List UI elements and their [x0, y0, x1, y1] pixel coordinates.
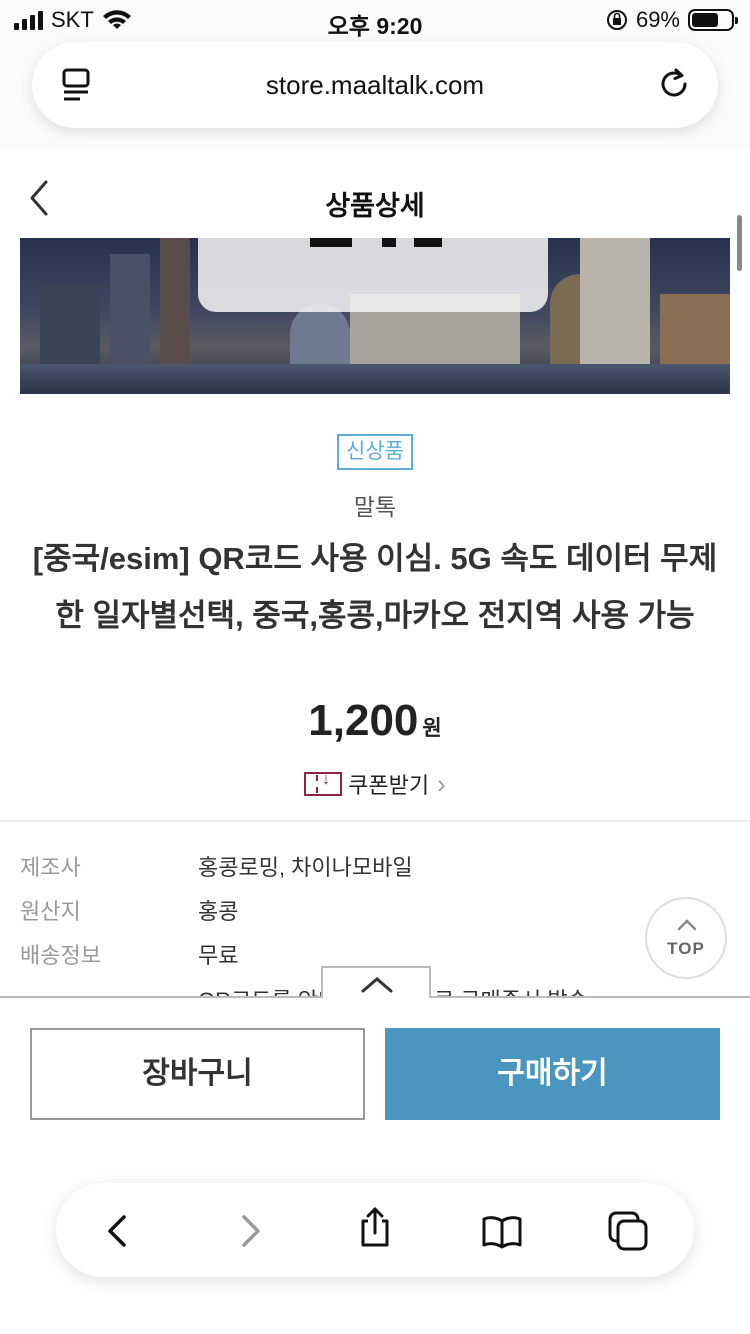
- battery-fill: [692, 13, 719, 27]
- water-reflection: [20, 364, 730, 394]
- status-bar: SKT 오후 9:20 69%: [0, 0, 750, 40]
- price-currency: 원: [422, 717, 442, 740]
- purchase-panel-toggle[interactable]: [321, 966, 431, 998]
- coupon-icon: [304, 771, 343, 796]
- battery-percent: 69%: [635, 7, 680, 32]
- bookmarks-icon[interactable]: [480, 1209, 524, 1253]
- info-key: 제조사: [20, 855, 81, 880]
- tabs-icon[interactable]: [606, 1209, 650, 1253]
- top-button-label: TOP: [667, 939, 705, 958]
- browser-back-icon[interactable]: [96, 1209, 140, 1253]
- new-product-badge: 신상품: [337, 434, 413, 470]
- info-value: 홍콩: [198, 899, 239, 924]
- image-overlay-card: [198, 238, 548, 312]
- chevron-up-icon: [361, 977, 393, 993]
- info-row-manufacturer: 제조사 홍콩로밍, 차이나모바일: [20, 846, 720, 890]
- brand-name: 말톡: [353, 494, 397, 520]
- info-key: 배송정보: [20, 943, 101, 968]
- coupon-download-link[interactable]: 쿠폰받기 ›: [0, 768, 750, 800]
- price: 1,200 원: [0, 696, 750, 746]
- chevron-right-icon: ›: [437, 768, 446, 799]
- scroll-to-top-button[interactable]: TOP: [645, 897, 727, 979]
- browser-toolbar: [56, 1183, 694, 1277]
- status-right: 69%: [606, 7, 738, 33]
- product-name: [중국/esim] QR코드 사용 이심. 5G 속도 데이터 무제한 일자별선…: [32, 541, 718, 633]
- page-header: 상품상세: [0, 150, 750, 238]
- browser-address-area: store.maaltalk.com: [0, 40, 750, 150]
- info-value: 홍콩로밍, 차이나모바일: [198, 855, 413, 880]
- browser-forward-icon[interactable]: [228, 1209, 272, 1253]
- reload-icon[interactable]: [654, 64, 694, 104]
- info-value: 무료: [198, 943, 239, 968]
- info-key: 원산지: [20, 899, 81, 924]
- url-text[interactable]: store.maaltalk.com: [32, 70, 718, 101]
- section-divider: [0, 820, 750, 822]
- chevron-up-icon: [677, 919, 697, 931]
- orientation-lock-icon: [606, 10, 627, 30]
- share-icon[interactable]: [353, 1205, 397, 1249]
- buy-now-button[interactable]: 구매하기: [385, 1028, 720, 1120]
- battery-icon: [688, 9, 738, 31]
- add-to-cart-button[interactable]: 장바구니: [30, 1028, 365, 1120]
- coupon-label: 쿠폰받기: [348, 773, 430, 798]
- address-bar[interactable]: store.maaltalk.com: [32, 42, 718, 128]
- product-image: [20, 238, 730, 394]
- info-row-origin: 원산지 홍콩: [20, 890, 720, 934]
- product-info-table: 제조사 홍콩로밍, 차이나모바일 원산지 홍콩 배송정보 무료 QR코드를 안내…: [20, 846, 720, 1000]
- price-amount: 1,200: [308, 696, 419, 745]
- scroll-indicator: [737, 215, 742, 271]
- page-title: 상품상세: [325, 191, 425, 221]
